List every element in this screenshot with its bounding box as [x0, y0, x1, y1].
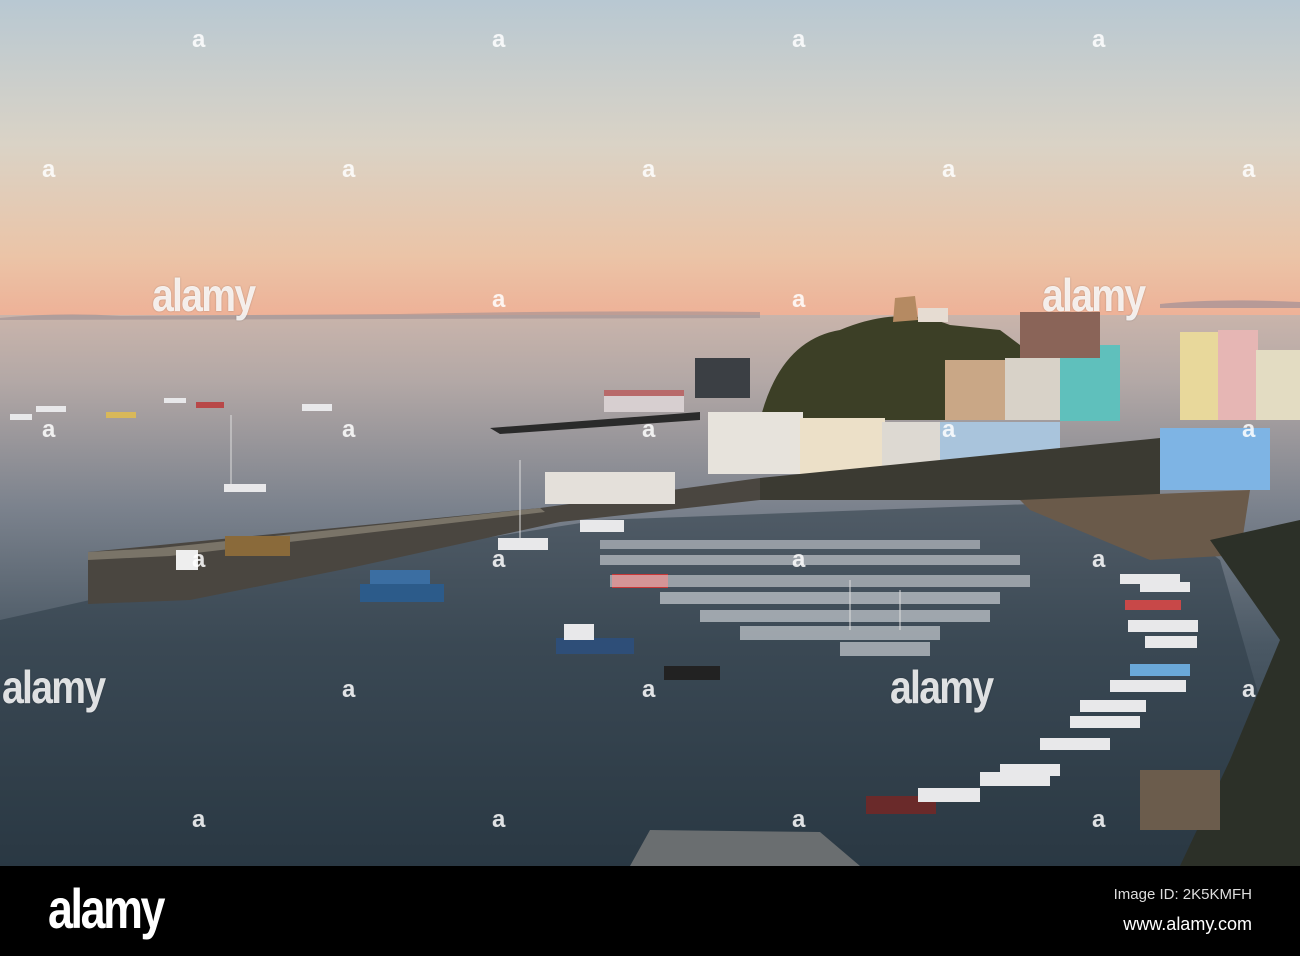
- watermark-logo: a: [492, 286, 506, 313]
- watermark-text: alamy: [2, 661, 106, 713]
- watermark-logo: a: [792, 26, 806, 53]
- watermark-logo: a: [1242, 416, 1256, 443]
- watermark-logo: a: [942, 416, 956, 443]
- watermark-logo: a: [642, 156, 656, 183]
- watermark-text: alamy: [152, 269, 256, 321]
- watermark-logo: a: [42, 416, 56, 443]
- watermark-text: alamy: [890, 661, 994, 713]
- footer-bar: alamy Image ID: 2K5KMFH www.alamy.com: [0, 866, 1300, 956]
- watermark-logo: a: [492, 26, 506, 53]
- alamy-logo: alamy: [48, 877, 165, 940]
- watermark-logo: a: [492, 806, 506, 833]
- watermark-logo: a: [642, 676, 656, 703]
- watermark-logo: a: [792, 286, 806, 313]
- watermark-logo: a: [42, 156, 56, 183]
- stock-photo: a a a a a a a a a alamy a a alamy a a a …: [0, 0, 1300, 956]
- watermark-logo: a: [1242, 156, 1256, 183]
- watermark-logo: a: [1092, 806, 1106, 833]
- watermark-logo: a: [192, 806, 206, 833]
- watermark-logo: a: [642, 416, 656, 443]
- watermark-logo: a: [792, 546, 806, 573]
- watermark-text: alamy: [1042, 269, 1146, 321]
- watermark-logo: a: [342, 156, 356, 183]
- watermark-logo: a: [492, 546, 506, 573]
- watermark-logo: a: [342, 416, 356, 443]
- watermark-logo: a: [1242, 676, 1256, 703]
- watermark-logo: a: [192, 26, 206, 53]
- watermark-logo: a: [1092, 26, 1106, 53]
- image-id: Image ID: 2K5KMFH: [1113, 886, 1252, 903]
- watermark-logo: a: [192, 546, 206, 573]
- site-url: www.alamy.com: [1123, 914, 1252, 934]
- watermark-logo: a: [342, 676, 356, 703]
- lifeboat-station: [695, 358, 750, 398]
- watermark-logo: a: [942, 156, 956, 183]
- watermark-logo: a: [1092, 546, 1106, 573]
- watermark-logo: a: [792, 806, 806, 833]
